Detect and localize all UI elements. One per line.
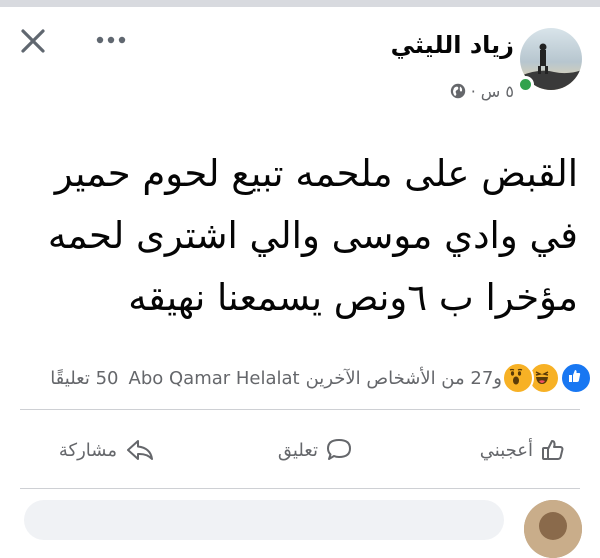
comments-count[interactable]: 50 تعليقًا (50, 368, 118, 389)
commenter-avatar[interactable] (524, 500, 582, 558)
reactor-name[interactable]: Abo Qamar Helalat (129, 368, 300, 389)
thumbs-up-icon (542, 440, 564, 460)
post-author-name[interactable]: زياد الليثي (391, 30, 514, 60)
reaction-count: 27 (470, 367, 494, 389)
reaction-summary-rest: من الأشخاص الآخرين (305, 367, 465, 389)
post-text: القبض على ملحمه تبيع لحوم حمير في وادي م… (47, 152, 578, 319)
more-options-icon[interactable] (94, 32, 128, 48)
comments-count-label: تعليقًا (50, 367, 90, 389)
top-edge-bar (0, 0, 600, 7)
reactions-bar[interactable]: و27 من الأشخاص الآخرين Abo Qamar Helalat… (50, 362, 592, 394)
post-time[interactable]: ٥ س (481, 82, 514, 101)
globe-icon (450, 83, 466, 99)
divider-top (20, 409, 580, 410)
comment-button-label: تعليق (277, 439, 318, 461)
share-button-label: مشاركة (58, 439, 117, 461)
close-icon[interactable] (18, 26, 48, 56)
reaction-summary[interactable]: و27 من الأشخاص الآخرين (306, 368, 502, 389)
reaction-summary-prefix: و (493, 367, 502, 389)
post-actions: أعجبني تعليق مشاركة (0, 430, 600, 470)
meta-separator: · (470, 81, 476, 101)
like-button-label: أعجبني (479, 439, 533, 461)
comments-count-number: 50 (95, 367, 119, 389)
post-meta: ٥ س · (450, 80, 514, 102)
share-icon (127, 440, 153, 460)
reaction-icons[interactable] (502, 362, 592, 394)
wow-icon (502, 362, 534, 394)
like-icon (560, 362, 592, 394)
share-button[interactable]: مشاركة (59, 430, 155, 470)
comment-icon (327, 439, 351, 460)
divider-bottom (20, 488, 580, 489)
comment-bubble[interactable] (24, 500, 504, 540)
online-status-indicator (517, 76, 534, 93)
like-button[interactable]: أعجبني (480, 430, 565, 470)
comment-button[interactable]: تعليق (278, 430, 352, 470)
